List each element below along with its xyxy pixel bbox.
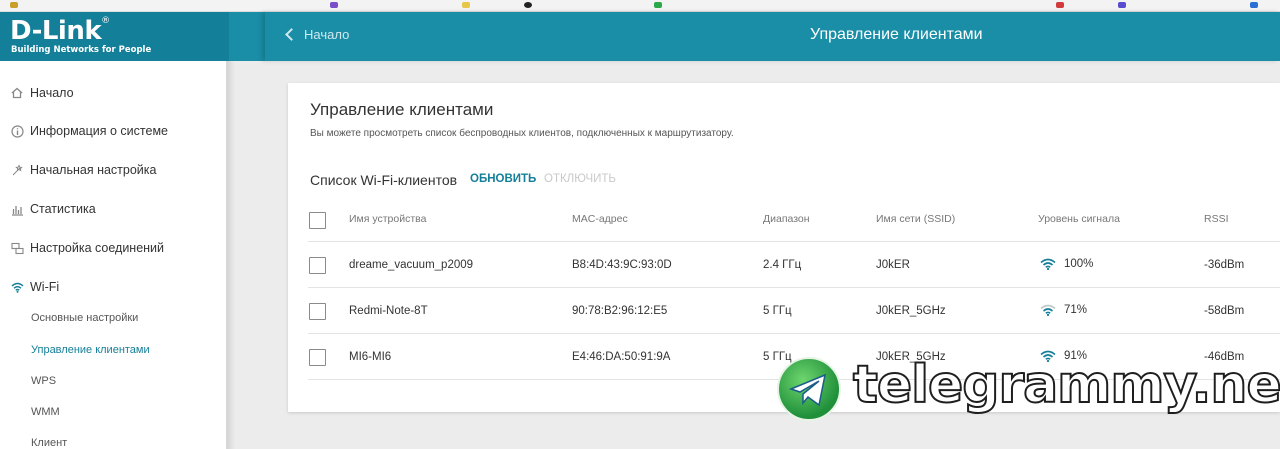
- rssi: -36dBm: [1204, 259, 1245, 271]
- column-header-signal: Уровень сигнала: [1038, 213, 1120, 225]
- ssid: J0kER: [876, 259, 910, 271]
- sidebar: Начало Информация о системе Начальная на…: [0, 61, 227, 449]
- band: 5 ГГц: [763, 305, 792, 317]
- sidebar-item-system-info[interactable]: Информация о системе: [0, 116, 227, 146]
- column-header-rssi: RSSI: [1204, 213, 1229, 225]
- rssi: -58dBm: [1204, 305, 1245, 317]
- band: 2.4 ГГц: [763, 259, 802, 271]
- sidebar-item-label: Статистика: [30, 202, 96, 216]
- signal-value: 100%: [1064, 258, 1094, 270]
- sidebar-item-label: Настройка соединений: [30, 241, 165, 255]
- stats-icon: [10, 202, 24, 216]
- device-name: dreame_vacuum_p2009: [349, 259, 474, 271]
- wifi-icon: [10, 280, 24, 294]
- watermark: telegrammy.net: [777, 354, 1280, 423]
- disconnect-button[interactable]: ОТКЛЮЧИТЬ: [544, 173, 616, 185]
- mac-address: 90:78:B2:96:12:E5: [572, 305, 668, 317]
- bookmark-icon[interactable]: [1250, 2, 1258, 8]
- bookmark-icon[interactable]: [1118, 2, 1126, 8]
- watermark-text: telegrammy.net: [852, 354, 1280, 416]
- sidebar-item-label: Wi-Fi: [30, 280, 60, 294]
- column-header-band: Диапазон: [763, 213, 810, 225]
- home-icon: [10, 86, 24, 100]
- logo-tagline: Building Networks for People: [11, 45, 152, 55]
- row-checkbox[interactable]: [309, 257, 326, 274]
- signal-level: 100%: [1040, 258, 1093, 270]
- row-divider: [308, 333, 1280, 334]
- sidebar-item-initial-setup[interactable]: Начальная настройка: [0, 155, 227, 185]
- column-header-mac: MAC-адрес: [572, 213, 628, 225]
- logo: D-Link®: [10, 16, 110, 46]
- row-checkbox[interactable]: [309, 349, 326, 366]
- row-checkbox[interactable]: [309, 303, 326, 320]
- panel-title: Управление клиентами: [310, 100, 494, 119]
- sidebar-subitem-wmm[interactable]: WMM: [31, 406, 60, 418]
- sidebar-item-label: Начало: [30, 86, 74, 100]
- wifi-signal-icon: [1040, 304, 1056, 316]
- info-icon: [10, 124, 24, 138]
- bookmark-icon[interactable]: [1056, 2, 1064, 8]
- bookmark-icon[interactable]: [654, 2, 662, 8]
- sidebar-item-label: Начальная настройка: [30, 163, 157, 177]
- bookmark-icon[interactable]: [524, 2, 532, 8]
- row-divider: [308, 287, 1280, 288]
- logo-area[interactable]: D-Link® Building Networks for People: [0, 12, 229, 61]
- page-title: Управление клиентами: [810, 26, 983, 43]
- wifi-signal-icon: [1040, 258, 1056, 270]
- sidebar-subitem-wps[interactable]: WPS: [31, 375, 56, 387]
- wizard-icon: [10, 163, 24, 177]
- telegram-logo-icon: [777, 357, 841, 421]
- bookmark-icon[interactable]: [462, 2, 470, 8]
- sidebar-item-wifi[interactable]: Wi-Fi: [0, 272, 227, 302]
- ssid: J0kER_5GHz: [876, 305, 946, 317]
- signal-level: 71%: [1040, 304, 1087, 316]
- sidebar-subitem-client[interactable]: Клиент: [31, 437, 67, 449]
- panel-description: Вы можете просмотреть список беспроводны…: [310, 128, 734, 139]
- bookmark-icon[interactable]: [10, 2, 18, 8]
- device-name: Redmi-Note-8T: [349, 305, 428, 317]
- bookmark-icon[interactable]: [330, 2, 338, 8]
- sidebar-item-home[interactable]: Начало: [0, 78, 227, 108]
- top-bar: Начало Управление клиентами: [229, 12, 1280, 61]
- browser-bookmarks-bar: [0, 0, 1280, 12]
- sidebar-divider: [227, 61, 235, 449]
- top-bar-inner: Начало Управление клиентами: [265, 12, 1280, 61]
- select-all-checkbox[interactable]: [309, 212, 326, 229]
- refresh-button[interactable]: ОБНОВИТЬ: [470, 173, 536, 185]
- sidebar-subitem-client-management[interactable]: Управление клиентами: [31, 344, 150, 356]
- signal-value: 71%: [1064, 304, 1088, 316]
- column-header-ssid: Имя сети (SSID): [876, 213, 956, 225]
- column-header-device-name: Имя устройства: [349, 213, 427, 225]
- device-name: MI6-MI6: [349, 351, 392, 363]
- sidebar-item-connections[interactable]: Настройка соединений: [0, 233, 227, 263]
- sidebar-item-statistics[interactable]: Статистика: [0, 194, 227, 224]
- wifi-clients-list-title: Список Wi-Fi-клиентов: [310, 172, 458, 188]
- mac-address: E4:46:DA:50:91:9A: [572, 351, 671, 363]
- mac-address: B8:4D:43:9C:93:0D: [572, 259, 672, 271]
- connections-icon: [10, 241, 24, 255]
- sidebar-item-label: Информация о системе: [30, 124, 168, 138]
- row-divider: [308, 241, 1280, 242]
- sidebar-subitem-basic-settings[interactable]: Основные настройки: [31, 312, 138, 324]
